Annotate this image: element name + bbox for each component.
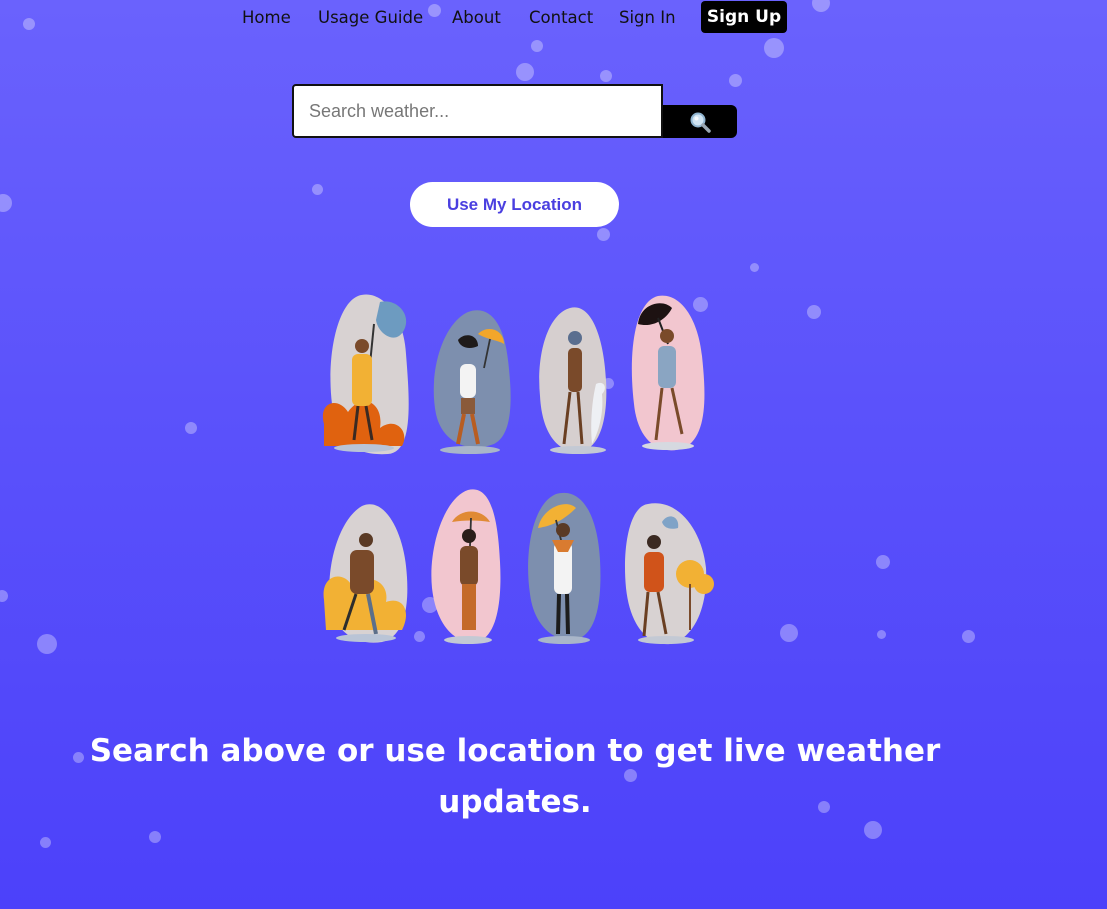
- nav-home-link[interactable]: Home: [242, 8, 291, 27]
- top-nav: Home Usage Guide About Contact Sign In S…: [0, 0, 1107, 36]
- search-button[interactable]: [663, 105, 737, 138]
- panel-wind-orange-bush: [323, 504, 408, 643]
- panel-rain-pink: [431, 489, 501, 644]
- nav-usage-guide-link[interactable]: Usage Guide: [318, 8, 423, 27]
- nav-contact-link[interactable]: Contact: [529, 8, 593, 27]
- use-my-location-button[interactable]: Use My Location: [410, 182, 619, 227]
- search-input[interactable]: [292, 84, 663, 138]
- nav-about-link[interactable]: About: [452, 8, 501, 27]
- panel-wind-yellow-coat: [322, 294, 409, 455]
- panel-wind-autumn-tree: [624, 503, 714, 645]
- panel-rain-umbrella: [433, 310, 511, 454]
- sign-up-button[interactable]: Sign Up: [701, 1, 787, 33]
- panel-wind-umbrella: [631, 295, 705, 451]
- instruction-message: Search above or use location to get live…: [89, 733, 941, 820]
- nav-sign-in-link[interactable]: Sign In: [619, 8, 676, 27]
- people-in-weather-illustration: [322, 294, 714, 645]
- search-icon: [690, 112, 711, 133]
- panel-rain-yellow-umbrella: [528, 492, 601, 644]
- panel-snow-walker: [539, 307, 607, 454]
